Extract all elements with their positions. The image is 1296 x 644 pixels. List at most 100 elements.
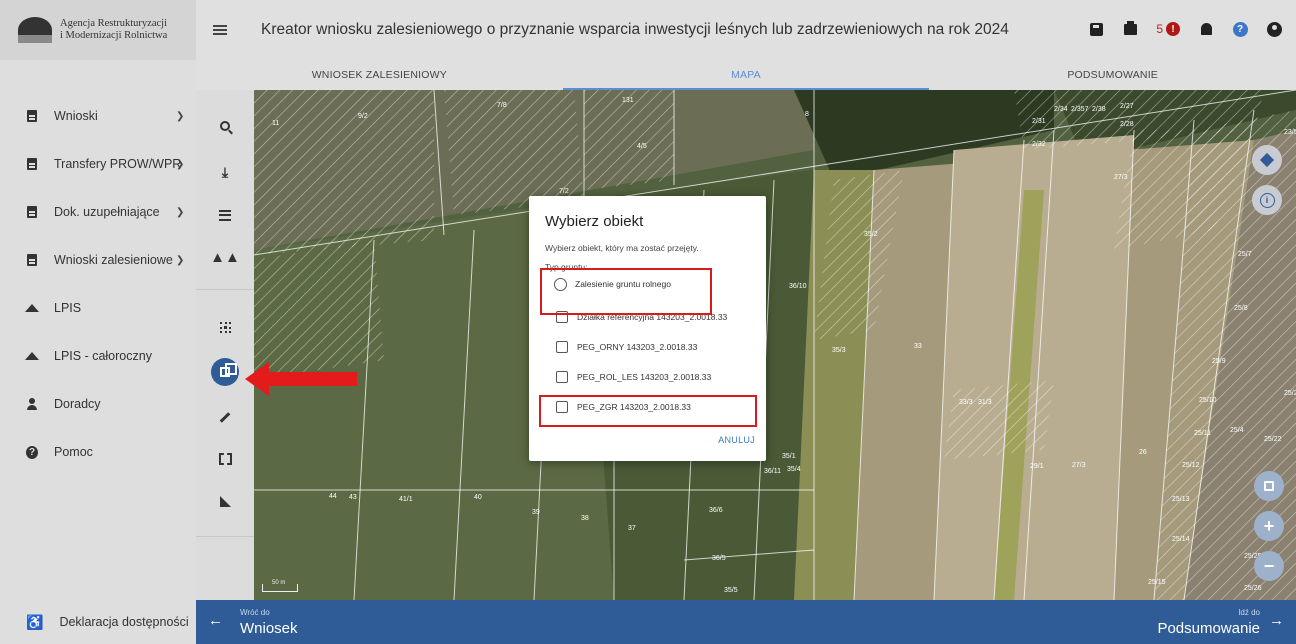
list-tool[interactable] xyxy=(196,200,254,230)
checkbox-peg-rol-les[interactable]: PEG_ROL_LES 143203_2.0018.33 xyxy=(545,362,750,392)
checkbox[interactable] xyxy=(556,341,568,353)
svg-text:25/26: 25/26 xyxy=(1244,585,1262,592)
svg-text:2/357: 2/357 xyxy=(1071,106,1089,113)
document-icon xyxy=(26,158,38,171)
sidebar-item-dok-uzupelniajace[interactable]: Dok. uzupełniające ❯ xyxy=(0,188,196,236)
forest-tool[interactable]: ▲▲ xyxy=(196,242,254,272)
svg-text:2/31: 2/31 xyxy=(1032,118,1046,125)
tab-mapa[interactable]: MAPA xyxy=(562,60,930,90)
tab-bar: WNIOSEK ZALESIENIOWY MAPA PODSUMOWANIE xyxy=(196,60,1296,90)
chevron-down-icon: ❯ xyxy=(176,254,185,266)
select-icon xyxy=(219,321,231,333)
sidebar-item-lpis-caloroczny[interactable]: LPIS - całoroczny xyxy=(0,332,196,380)
sidebar-item-label: Dok. uzupełniające xyxy=(54,205,160,219)
map-toolbar: ⤓ ▲▲ xyxy=(196,90,254,600)
scale-label: 50 m xyxy=(272,580,286,586)
arrow-left-icon[interactable]: ← xyxy=(208,612,223,629)
map-canvas[interactable]: 11 9/2 7/8 131 8 4/5 7/2 2/31 2/34 2/357 2/38 2/… xyxy=(254,90,1296,600)
cancel-button[interactable]: ANULUJ xyxy=(718,435,755,445)
rectangle-tool[interactable] xyxy=(196,444,254,474)
sidebar-item-pomoc[interactable]: ? Pomoc xyxy=(0,428,196,476)
accessibility-link[interactable]: ♿ Deklaracja dostępności xyxy=(0,600,196,644)
search-icon xyxy=(220,121,230,131)
svg-text:43: 43 xyxy=(349,494,357,501)
back-button[interactable]: Wniosek xyxy=(240,620,298,637)
chevron-down-icon: ❯ xyxy=(176,206,185,218)
svg-text:11: 11 xyxy=(272,120,279,127)
person-icon xyxy=(26,398,38,411)
checkbox[interactable] xyxy=(556,371,568,383)
save-icon[interactable] xyxy=(1088,21,1104,37)
measure-icon xyxy=(219,495,231,507)
svg-text:7/8: 7/8 xyxy=(497,102,507,109)
back-caption: Wróć do xyxy=(240,608,270,617)
print-icon[interactable] xyxy=(1122,20,1138,37)
red-arrow-annotation xyxy=(245,362,357,396)
svg-text:35/1: 35/1 xyxy=(782,453,796,460)
svg-text:29/1: 29/1 xyxy=(1030,463,1044,470)
forward-caption: Idź do xyxy=(1238,608,1260,617)
svg-text:35/5: 35/5 xyxy=(724,587,738,594)
sidebar-nav: Wnioski ❯ Transfery PROW/WPR ❯ Dok. uzup… xyxy=(0,92,196,476)
sidebar-item-doradcy[interactable]: Doradcy xyxy=(0,380,196,428)
draw-tool[interactable] xyxy=(196,402,254,432)
svg-text:38: 38 xyxy=(581,515,589,522)
zoom-out-button[interactable]: − xyxy=(1254,551,1284,581)
help-icon[interactable]: ? xyxy=(1232,21,1248,37)
svg-text:25/2: 25/2 xyxy=(1284,390,1296,397)
zoom-in-button[interactable]: + xyxy=(1254,511,1284,541)
agency-logo[interactable]: Agencja Restrukturyzacji i Modernizacji … xyxy=(0,0,196,60)
menu-icon[interactable] xyxy=(213,25,227,35)
chevron-down-icon: ❯ xyxy=(176,110,185,122)
svg-text:37: 37 xyxy=(628,525,636,532)
agency-name: Agencja Restrukturyzacji i Modernizacji … xyxy=(60,18,168,41)
sidebar-item-label: Wnioski xyxy=(54,109,98,123)
agency-logo-icon xyxy=(18,17,52,43)
sidebar-item-wnioski-zalesieniowe[interactable]: Wnioski zalesieniowe ❯ xyxy=(0,236,196,284)
pencil-icon xyxy=(219,411,231,423)
measure-tool[interactable] xyxy=(196,486,254,516)
checkbox-peg-orny[interactable]: PEG_ORNY 143203_2.0018.33 xyxy=(545,332,750,362)
errors-button[interactable]: 5 ! xyxy=(1156,22,1180,36)
svg-text:35/2: 35/2 xyxy=(864,231,878,238)
plus-icon: + xyxy=(1263,515,1275,536)
svg-text:2/38: 2/38 xyxy=(1092,106,1106,113)
svg-text:36/10: 36/10 xyxy=(789,283,807,290)
svg-text:8: 8 xyxy=(805,111,809,118)
svg-text:23/5: 23/5 xyxy=(1284,129,1296,136)
svg-text:44: 44 xyxy=(329,493,337,500)
tab-podsumowanie[interactable]: PODSUMOWANIE xyxy=(929,60,1296,90)
forward-button[interactable]: Podsumowanie xyxy=(1157,620,1260,637)
sidebar-item-wnioski[interactable]: Wnioski ❯ xyxy=(0,92,196,140)
terrain-icon xyxy=(25,302,39,315)
document-icon xyxy=(26,206,38,219)
sidebar-item-label: Wnioski zalesieniowe xyxy=(54,253,173,267)
download-tool[interactable]: ⤓ xyxy=(196,157,254,187)
svg-text:36/5: 36/5 xyxy=(712,555,726,562)
error-icon: ! xyxy=(1166,22,1180,36)
search-tool[interactable] xyxy=(196,111,254,141)
svg-text:4/5: 4/5 xyxy=(637,143,647,150)
highlight-box-peg-zgr xyxy=(539,395,757,427)
bell-icon[interactable] xyxy=(1198,21,1214,37)
fullscreen-button[interactable] xyxy=(1254,471,1284,501)
info-button[interactable]: i xyxy=(1252,185,1282,215)
download-icon: ⤓ xyxy=(221,163,229,180)
chevron-down-icon: ❯ xyxy=(176,158,185,170)
layers-button[interactable] xyxy=(1252,145,1282,175)
select-object-tool[interactable] xyxy=(196,312,254,342)
arrow-right-icon[interactable]: → xyxy=(1269,612,1284,629)
toolbar-divider xyxy=(196,289,254,290)
svg-text:36/11: 36/11 xyxy=(764,468,781,475)
document-icon xyxy=(26,110,38,123)
page-title: Kreator wniosku zalesieniowego o przyzna… xyxy=(261,21,1009,38)
tab-wniosek-zalesieniowy[interactable]: WNIOSEK ZALESIENIOWY xyxy=(196,60,563,90)
trees-icon: ▲▲ xyxy=(210,248,240,266)
user-icon[interactable] xyxy=(1266,21,1282,37)
svg-text:41/1: 41/1 xyxy=(399,496,413,503)
sidebar-item-label: Doradcy xyxy=(54,397,101,411)
svg-text:25/22: 25/22 xyxy=(1264,436,1282,443)
svg-text:25/14: 25/14 xyxy=(1172,536,1190,543)
sidebar-item-lpis[interactable]: LPIS xyxy=(0,284,196,332)
sidebar-item-transfery[interactable]: Transfery PROW/WPR ❯ xyxy=(0,140,196,188)
